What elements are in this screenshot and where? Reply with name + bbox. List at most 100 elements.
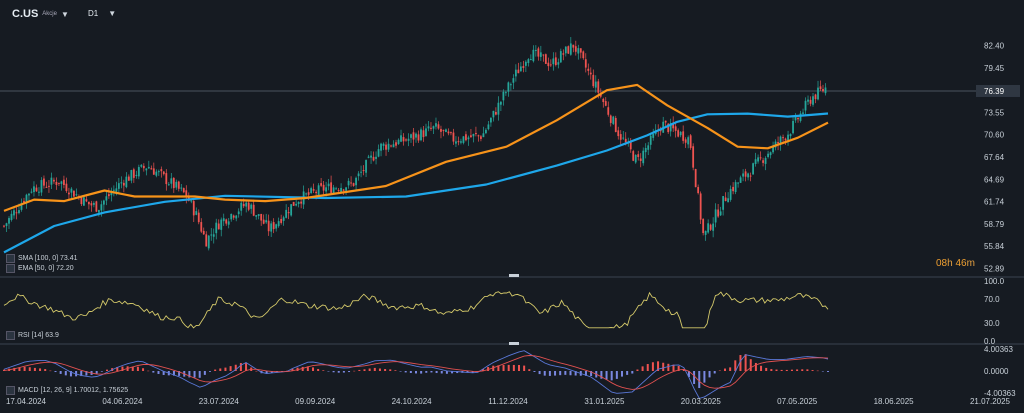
candle-body (442, 129, 445, 131)
macd-histogram-bar (605, 371, 608, 380)
macd-settings-icon[interactable] (6, 386, 15, 395)
rsi-legend[interactable]: RSI [14] 63.9 (6, 331, 59, 340)
symbol-header[interactable]: C.US Akcje ▼ (12, 8, 69, 20)
candle-body (58, 182, 60, 184)
date-tick-label: 24.10.2024 (392, 397, 433, 406)
rsi-settings-icon[interactable] (6, 331, 15, 340)
macd-histogram-bar (219, 368, 222, 371)
candle-body (130, 170, 133, 181)
candle-body (350, 182, 352, 184)
price-tick-label: 73.55 (984, 108, 1005, 117)
candle-body (624, 138, 627, 143)
macd-histogram-bar (100, 371, 103, 372)
candle-body (397, 139, 400, 144)
date-tick-label: 20.03.2025 (681, 397, 722, 406)
macd-histogram-bar (698, 371, 701, 389)
candle-body (235, 215, 238, 219)
macd-histogram-bar (662, 362, 665, 371)
macd-histogram-bar (785, 369, 788, 371)
macd-histogram-bar (440, 371, 443, 374)
pane-resize-handle-2 (509, 342, 519, 345)
ema-settings-icon[interactable] (6, 264, 15, 273)
candle-body (97, 209, 100, 213)
sma-legend[interactable]: SMA [100, 0] 73.41 (6, 254, 78, 263)
candle-body (729, 188, 732, 200)
candle-body (225, 219, 228, 224)
macd-histogram-bar (229, 366, 232, 371)
candle-body (592, 74, 595, 87)
candle-body (614, 117, 617, 132)
candle-body (502, 91, 505, 101)
macd-histogram-bar (502, 365, 505, 371)
macd-histogram-bar (54, 371, 57, 373)
candle-body (257, 214, 260, 216)
rsi-tick-label: 100.0 (984, 277, 1005, 286)
candle-body (15, 212, 18, 214)
candle-body (509, 84, 512, 86)
ema-legend[interactable]: EMA [50, 0] 72.20 (6, 264, 74, 273)
candle-body (325, 187, 328, 192)
sma-settings-icon[interactable] (6, 254, 15, 263)
macd-histogram-bar (322, 370, 325, 371)
macd-histogram-bar (358, 369, 361, 371)
candle-body (597, 81, 600, 93)
macd-histogram-bar (811, 370, 814, 371)
date-tick-label: 21.07.2025 (970, 397, 1011, 406)
price-tick-label: 67.64 (984, 153, 1005, 162)
macd-tick-label: 4.00363 (984, 345, 1013, 354)
timeframe-dropdown-icon[interactable]: ▼ (108, 9, 116, 18)
candle-body (699, 193, 702, 220)
candle-body (412, 132, 415, 140)
rsi-legend-text: RSI [14] 63.9 (18, 332, 59, 339)
candle-body (452, 132, 455, 142)
candle-body (524, 61, 527, 66)
candle-body (3, 225, 5, 227)
candle-body (362, 170, 365, 172)
candle-body (490, 117, 492, 123)
candle-body (450, 132, 452, 134)
candle-body (155, 171, 158, 176)
candle-body (310, 188, 313, 193)
candle-body (282, 217, 285, 221)
candle-body (674, 126, 677, 131)
candle-body (380, 143, 382, 151)
candle-body (275, 224, 278, 229)
candle-body (392, 144, 395, 148)
candle-body (742, 173, 745, 177)
macd-histogram-bar (332, 371, 335, 373)
candle-body (75, 194, 78, 196)
symbol-label[interactable]: C.US (12, 8, 38, 20)
candle-body (83, 197, 85, 206)
symbol-dropdown-icon[interactable]: ▼ (61, 10, 69, 19)
macd-histogram-bar (636, 369, 639, 371)
date-tick-label: 23.07.2024 (199, 397, 240, 406)
candle-body (45, 186, 48, 188)
macd-histogram-bar (816, 370, 819, 372)
rsi-tick-label: 30.0 (984, 319, 1000, 328)
candle-body (5, 223, 8, 227)
macd-histogram-bar (775, 369, 778, 371)
candle-body (60, 181, 63, 184)
macd-histogram-bar (152, 371, 155, 373)
candle-body (467, 137, 470, 140)
pane-resize-handle (509, 274, 519, 277)
candle-body (724, 197, 727, 202)
macd-histogram-bar (445, 371, 448, 374)
candle-body (702, 218, 705, 234)
candle-body (162, 171, 165, 175)
macd-histogram-bar (312, 367, 314, 371)
candle-body (632, 151, 635, 161)
macd-legend[interactable]: MACD [12, 26, 9] 1.70012, 1.75625 (6, 386, 128, 395)
chart-svg[interactable]: 82.40 79.45 73.55 70.60 67.64 64.69 61.74 58.79… (0, 0, 1024, 413)
candle-body (285, 209, 288, 218)
candle-body (732, 186, 735, 192)
price-tick-label: 70.60 (984, 131, 1005, 140)
timeframe-selector[interactable]: D1 ▼ (88, 9, 116, 18)
candle-body (567, 46, 570, 54)
macd-histogram-bar (821, 371, 824, 372)
candle-body (814, 94, 817, 100)
macd-histogram-bar (765, 367, 768, 371)
macd-histogram-bar (703, 371, 706, 383)
candle-body (332, 187, 335, 194)
timeframe-label[interactable]: D1 (88, 9, 98, 18)
